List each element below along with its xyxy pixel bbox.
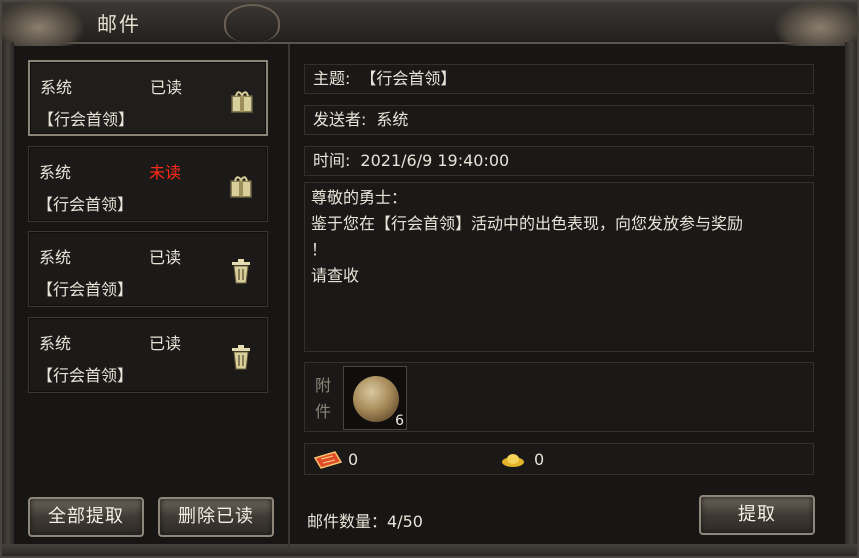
subject-label: 主题: [313, 69, 351, 88]
column-divider [288, 44, 290, 549]
mail-status: 已读 [149, 334, 182, 353]
mail-count-value: 4/50 [387, 512, 423, 531]
mail-list-item[interactable]: 系统 已读 【行会首领】 [28, 231, 268, 307]
subject-field: 主题: 【行会首领】 [304, 64, 814, 94]
mail-subject: 【行会首领】 [38, 110, 135, 129]
mail-subject: 【行会首领】 [37, 280, 134, 299]
delete-read-button[interactable]: 删除已读 [158, 497, 274, 537]
mail-sender: 系统 [40, 78, 73, 97]
gift-box-icon[interactable] [229, 173, 253, 199]
claim-button[interactable]: 提取 [699, 495, 815, 535]
dragon-ornament-icon [0, 0, 84, 46]
mail-list-item[interactable]: 系统 已读 【行会首领】 [28, 317, 268, 393]
mail-subject: 【行会首领】 [37, 195, 134, 214]
gift-box-icon[interactable] [230, 88, 254, 114]
sender-field: 发送者: 系统 [304, 105, 814, 135]
time-value: 2021/6/9 19:40:00 [360, 151, 510, 170]
body-line: 请查收 [311, 266, 360, 285]
body-line: 鉴于您在【行会首领】活动中的出色表现，向您发放参与奖励 [311, 214, 744, 233]
body-line: ！ [311, 240, 328, 259]
mail-status: 未读 [149, 163, 182, 182]
mail-sender: 系统 [39, 334, 72, 353]
gold-orb-icon [353, 376, 399, 422]
trash-icon[interactable] [229, 344, 253, 370]
red-ticket-icon [313, 451, 343, 469]
attachment-count: 6 [395, 413, 404, 429]
trash-icon[interactable] [229, 258, 253, 284]
mail-sender: 系统 [39, 248, 72, 267]
title-ornament-icon [224, 4, 280, 42]
frame-right [845, 42, 857, 547]
claim-all-button[interactable]: 全部提取 [28, 497, 144, 537]
mail-count: 邮件数量：4/50 [307, 508, 423, 532]
mail-sender: 系统 [39, 163, 72, 182]
sender-label: 发送者: [313, 110, 367, 129]
dragon-ornament-icon [775, 0, 859, 46]
currency-panel: 0 0 [304, 443, 814, 475]
attachment-panel: 附件 6 [304, 362, 814, 432]
frame-bottom [2, 544, 857, 556]
mail-status: 已读 [149, 248, 182, 267]
mail-subject: 【行会首领】 [37, 366, 134, 385]
ingot-value: 0 [534, 450, 545, 469]
body-line: 尊敬的勇士： [311, 188, 408, 207]
sender-value: 系统 [376, 110, 409, 129]
window-title: 邮件 [97, 12, 141, 36]
mail-list-item[interactable]: 系统 未读 【行会首领】 [28, 146, 268, 222]
attachment-label: 附件 [315, 376, 332, 421]
subject-value: 【行会首领】 [360, 69, 457, 88]
title-bar[interactable]: 邮件 [0, 0, 859, 46]
mail-count-label: 邮件数量： [307, 512, 388, 531]
mail-status: 已读 [150, 78, 183, 97]
mail-window: 邮件 系统 已读 【行会首领】 系统 未读 【行会首领】 系统 已读 【行会首领… [0, 0, 859, 558]
ticket-value: 0 [348, 450, 359, 469]
frame-left [2, 42, 14, 547]
time-field: 时间: 2021/6/9 19:40:00 [304, 146, 814, 176]
mail-body: 尊敬的勇士： 鉴于您在【行会首领】活动中的出色表现，向您发放参与奖励 ！ 请查收 [304, 182, 814, 352]
attachment-slot[interactable]: 6 [343, 366, 407, 430]
gold-ingot-icon [502, 454, 524, 467]
time-label: 时间: [313, 151, 351, 170]
mail-list-item[interactable]: 系统 已读 【行会首领】 [28, 60, 268, 136]
